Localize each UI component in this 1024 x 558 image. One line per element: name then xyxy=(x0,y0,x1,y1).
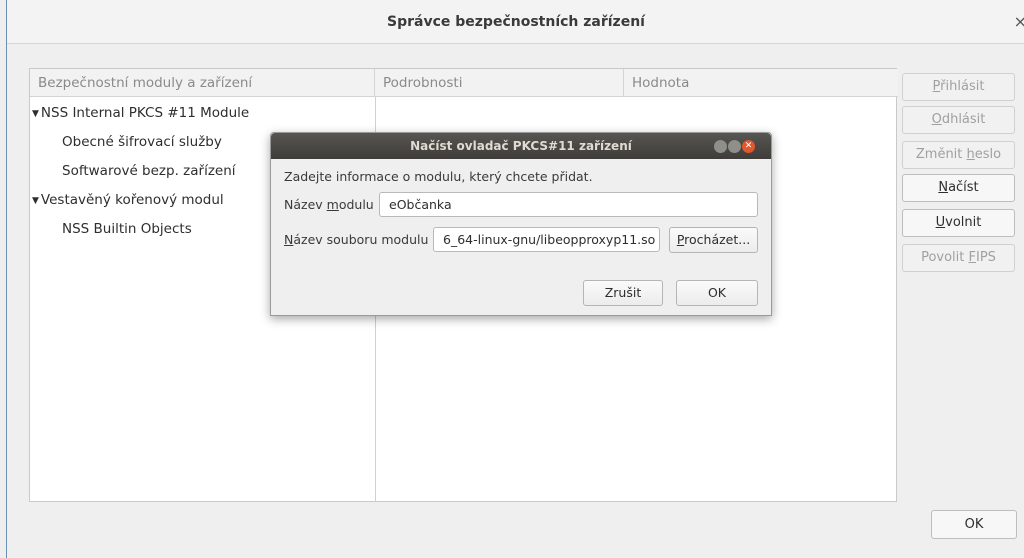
load-button[interactable]: Načíst xyxy=(902,174,1015,202)
button-mnemonic: N xyxy=(938,180,949,195)
maximize-icon[interactable] xyxy=(728,140,741,153)
button-label-pre: Změnit xyxy=(915,147,967,162)
label-pre: Název xyxy=(284,197,327,212)
tree-item-label: NSS Builtin Objects xyxy=(62,221,192,237)
button-mnemonic: U xyxy=(935,215,946,230)
button-mnemonic: h xyxy=(966,147,975,162)
button-label-post: rocházet... xyxy=(684,232,751,247)
load-pkcs11-dialog: Načíst ovladač PKCS#11 zařízení ✕ Zadejt… xyxy=(270,132,772,316)
dialog-ok-button[interactable]: OK xyxy=(676,280,758,306)
browse-button[interactable]: Procházet... xyxy=(669,227,758,253)
tree-item-label: Vestavěný kořenový modul xyxy=(40,192,224,208)
cancel-button[interactable]: Zrušit xyxy=(583,280,663,306)
dialog-prompt: Zadejte informace o modulu, který chcete… xyxy=(284,169,593,184)
expanded-triangle-icon[interactable]: ▼ xyxy=(32,196,39,206)
module-file-label: Název souboru modulu xyxy=(284,232,428,247)
label-post: odulu xyxy=(338,197,374,212)
minimize-icon[interactable] xyxy=(714,140,727,153)
enable-fips-button[interactable]: Povolit FIPS xyxy=(902,244,1015,272)
close-icon[interactable]: ✕ xyxy=(742,140,755,153)
module-name-input[interactable]: eObčanka xyxy=(379,192,758,217)
change-password-button[interactable]: Změnit heslo xyxy=(902,141,1015,169)
unload-button[interactable]: Uvolnit xyxy=(902,209,1015,237)
tree-item-software-device[interactable]: Softwarové bezp. zařízení xyxy=(62,163,236,179)
dialog-title: Načíst ovladač PKCS#11 zařízení xyxy=(410,139,632,153)
button-label-post: eslo xyxy=(974,147,1002,162)
button-label-post: řihlásit xyxy=(940,79,985,94)
login-button[interactable]: Přihlásit xyxy=(902,73,1015,101)
module-file-input[interactable]: 6_64-linux-gnu/libeopproxyp11.so xyxy=(433,227,660,252)
column-header-modules[interactable]: Bezpečnostní moduly a zařízení xyxy=(30,69,375,97)
expanded-triangle-icon[interactable]: ▼ xyxy=(32,109,39,119)
module-name-label: Název modulu xyxy=(284,197,374,212)
tree-item-builtin-objects[interactable]: NSS Builtin Objects xyxy=(62,221,192,237)
logout-button[interactable]: Odhlásit xyxy=(902,106,1015,134)
button-label-post: ačíst xyxy=(948,180,979,195)
button-label-post: IPS xyxy=(975,250,996,265)
button-label-post: dhlásit xyxy=(941,112,986,127)
tree-item-builtin-root[interactable]: ▼ Vestavěný kořenový modul xyxy=(32,192,224,208)
button-label-post: volnit xyxy=(945,215,982,230)
ok-button[interactable]: OK xyxy=(931,510,1017,539)
label-mnemonic: N xyxy=(284,232,294,247)
button-label-pre: Povolit xyxy=(921,250,969,265)
column-header-details[interactable]: Podrobnosti xyxy=(375,69,624,97)
label-post: ázev souboru modulu xyxy=(293,232,429,247)
dialog-titlebar: Načíst ovladač PKCS#11 zařízení ✕ xyxy=(271,133,771,159)
tree-item-label: Obecné šifrovací služby xyxy=(62,134,222,150)
tree-item-label: Softwarové bezp. zařízení xyxy=(62,163,236,179)
tree-item-nss-internal[interactable]: ▼ NSS Internal PKCS #11 Module xyxy=(32,105,249,121)
tree-item-label: NSS Internal PKCS #11 Module xyxy=(40,105,250,121)
tree-item-general-crypto[interactable]: Obecné šifrovací služby xyxy=(62,134,222,150)
column-header-value[interactable]: Hodnota xyxy=(624,69,898,97)
window-titlebar: Správce bezpečnostních zařízení × xyxy=(7,0,1024,44)
label-mnemonic: m xyxy=(326,197,339,212)
window-title: Správce bezpečnostních zařízení xyxy=(387,14,645,30)
button-mnemonic: O xyxy=(931,112,942,127)
button-mnemonic: F xyxy=(968,250,976,265)
close-icon[interactable]: × xyxy=(1014,12,1024,31)
